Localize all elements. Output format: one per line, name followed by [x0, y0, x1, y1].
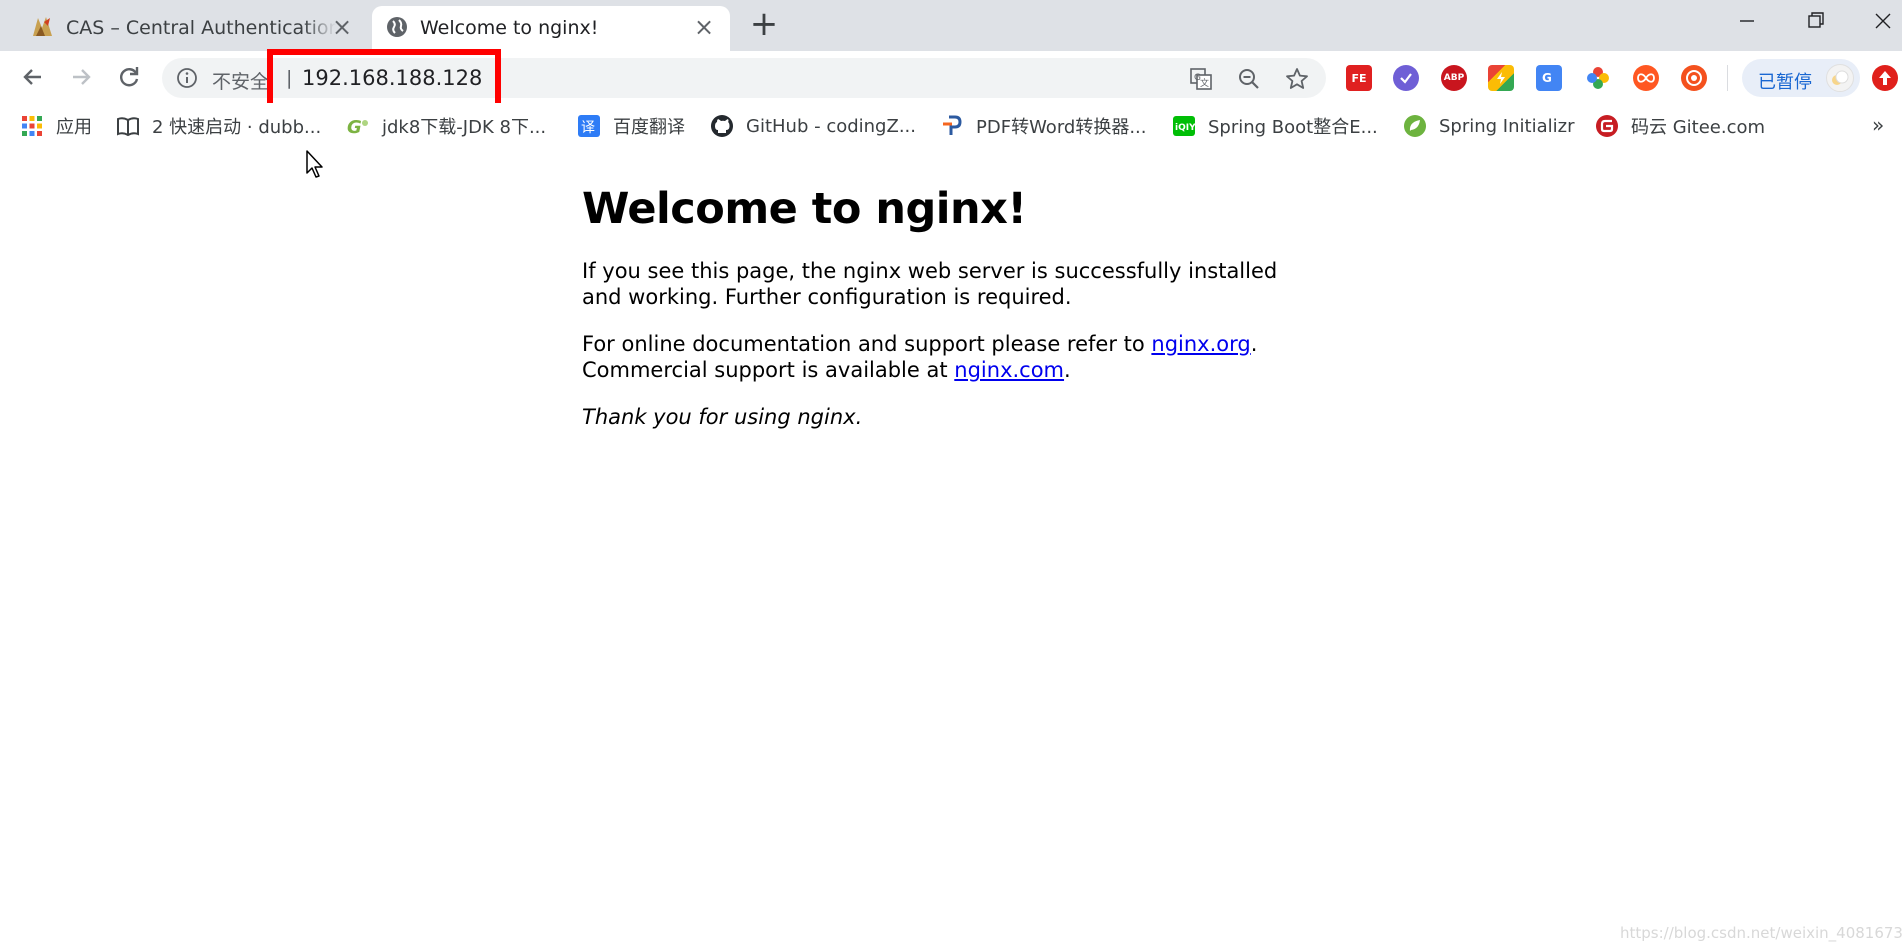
iqiyi-icon: iQIY	[1172, 114, 1196, 138]
tab-title: CAS – Central Authentication Service	[66, 17, 336, 39]
colorful-extension[interactable]	[1488, 65, 1514, 91]
thanks-text: Thank you for using nginx.	[582, 405, 863, 429]
adblock-plus-extension[interactable]: ABP	[1441, 65, 1467, 91]
bookmark-pdf-converter[interactable]: PDF转Word转换器...	[940, 112, 1147, 140]
update-icon[interactable]	[1872, 65, 1898, 91]
apps-grid-icon	[20, 114, 44, 138]
thanks-paragraph: Thank you for using nginx.	[582, 404, 1302, 430]
commercial-text: Commercial support is available at	[582, 358, 955, 382]
bookmark-jdk8[interactable]: G jdk8下载-JDK 8下...	[346, 112, 546, 140]
svg-text:译: 译	[581, 120, 595, 136]
close-icon[interactable]: ×	[330, 15, 354, 39]
star-icon[interactable]	[1284, 66, 1310, 92]
infinity-extension[interactable]	[1633, 65, 1659, 91]
bookmark-label: Spring Boot整合E...	[1208, 117, 1378, 138]
tab-title: Welcome to nginx!	[420, 17, 599, 39]
svg-text:G: G	[1542, 71, 1552, 85]
profile-button[interactable]: 已暂停	[1742, 59, 1860, 97]
spring-icon	[1403, 114, 1427, 138]
tab-strip: CAS – Central Authentication Service × W…	[0, 0, 1902, 51]
url-highlight-box	[267, 49, 501, 111]
bookmark-label: GitHub - codingZ...	[746, 115, 916, 137]
svg-text:文: 文	[1200, 77, 1209, 89]
cas-favicon-icon	[30, 14, 56, 40]
new-tab-button[interactable]: +	[748, 7, 780, 41]
bookmark-apps[interactable]: 应用	[20, 112, 92, 140]
bookmark-spring-boot[interactable]: iQIY Spring Boot整合E...	[1172, 112, 1378, 140]
info-icon[interactable]	[176, 67, 198, 89]
back-icon[interactable]	[17, 61, 49, 93]
page-content: Welcome to nginx! If you see this page, …	[582, 180, 1302, 451]
translate-icon[interactable]: G文	[1188, 66, 1214, 92]
close-window-icon[interactable]	[1866, 8, 1900, 34]
bookmark-github[interactable]: GitHub - codingZ...	[710, 112, 916, 140]
security-label[interactable]: 不安全	[212, 67, 269, 94]
pdf-converter-icon	[940, 114, 964, 138]
mouse-pointer-icon	[305, 149, 327, 179]
baidu-translate-icon: 译	[577, 114, 601, 138]
support-period: .	[1250, 332, 1258, 356]
svg-text:G: G	[347, 117, 362, 138]
tab-cas[interactable]: CAS – Central Authentication Service ×	[18, 6, 368, 51]
bookmark-label: 码云 Gitee.com	[1631, 117, 1766, 138]
google-translate-extension[interactable]: G	[1536, 65, 1562, 91]
fe-helper-extension[interactable]: FE	[1346, 65, 1372, 91]
globe-icon	[384, 14, 410, 40]
bookmark-label: 2 快速启动 · dubb...	[152, 117, 322, 138]
bookmark-spring-initializr[interactable]: Spring Initializr	[1403, 112, 1574, 140]
bookmarks-bar: 应用 2 快速启动 · dubb... G jdk8下载-JDK 8下... 译…	[0, 103, 1902, 149]
commercial-period: .	[1064, 358, 1071, 382]
watermark: https://blog.csdn.net/weixin_40816738	[1620, 924, 1902, 942]
support-text: For online documentation and support ple…	[582, 332, 1152, 356]
bookmark-label: 百度翻译	[613, 117, 685, 138]
nginx-com-link[interactable]: nginx.com	[954, 358, 1064, 382]
svg-text:iQIY: iQIY	[1175, 123, 1196, 133]
book-icon	[116, 114, 140, 138]
toolbar-divider	[1727, 65, 1728, 91]
bookmark-label: jdk8下载-JDK 8下...	[382, 117, 547, 138]
bookmarks-overflow-button[interactable]: »	[1872, 113, 1884, 137]
bookmark-dubbo[interactable]: 2 快速启动 · dubb...	[116, 112, 321, 140]
bookmark-gitee[interactable]: 码云 Gitee.com	[1595, 112, 1765, 140]
tab-nginx[interactable]: Welcome to nginx! ×	[372, 6, 730, 51]
bookmark-label: Spring Initializr	[1439, 115, 1575, 137]
intro-paragraph: If you see this page, the nginx web serv…	[582, 259, 1278, 309]
page-title: Welcome to nginx!	[582, 184, 1027, 234]
profile-status-label: 已暂停	[1758, 72, 1812, 93]
minimize-icon[interactable]	[1730, 8, 1764, 34]
reload-icon[interactable]	[113, 61, 145, 93]
jdk-site-icon: G	[346, 114, 370, 138]
gitee-icon	[1595, 114, 1619, 138]
github-icon	[710, 114, 734, 138]
support-paragraph: For online documentation and support ple…	[582, 331, 1302, 383]
close-icon[interactable]: ×	[692, 15, 716, 39]
nginx-org-link[interactable]: nginx.org	[1151, 332, 1250, 356]
bookmark-label: PDF转Word转换器...	[976, 117, 1147, 138]
check-extension[interactable]	[1393, 65, 1419, 91]
restore-icon[interactable]	[1798, 8, 1832, 34]
lifebuoy-extension[interactable]	[1681, 65, 1707, 91]
bookmark-baidu-translate[interactable]: 译 百度翻译	[577, 112, 685, 140]
zoom-out-icon[interactable]	[1236, 66, 1262, 92]
avatar	[1826, 64, 1854, 92]
photos-extension[interactable]	[1585, 65, 1611, 91]
forward-icon[interactable]	[65, 61, 97, 93]
bookmark-label: 应用	[56, 117, 92, 138]
